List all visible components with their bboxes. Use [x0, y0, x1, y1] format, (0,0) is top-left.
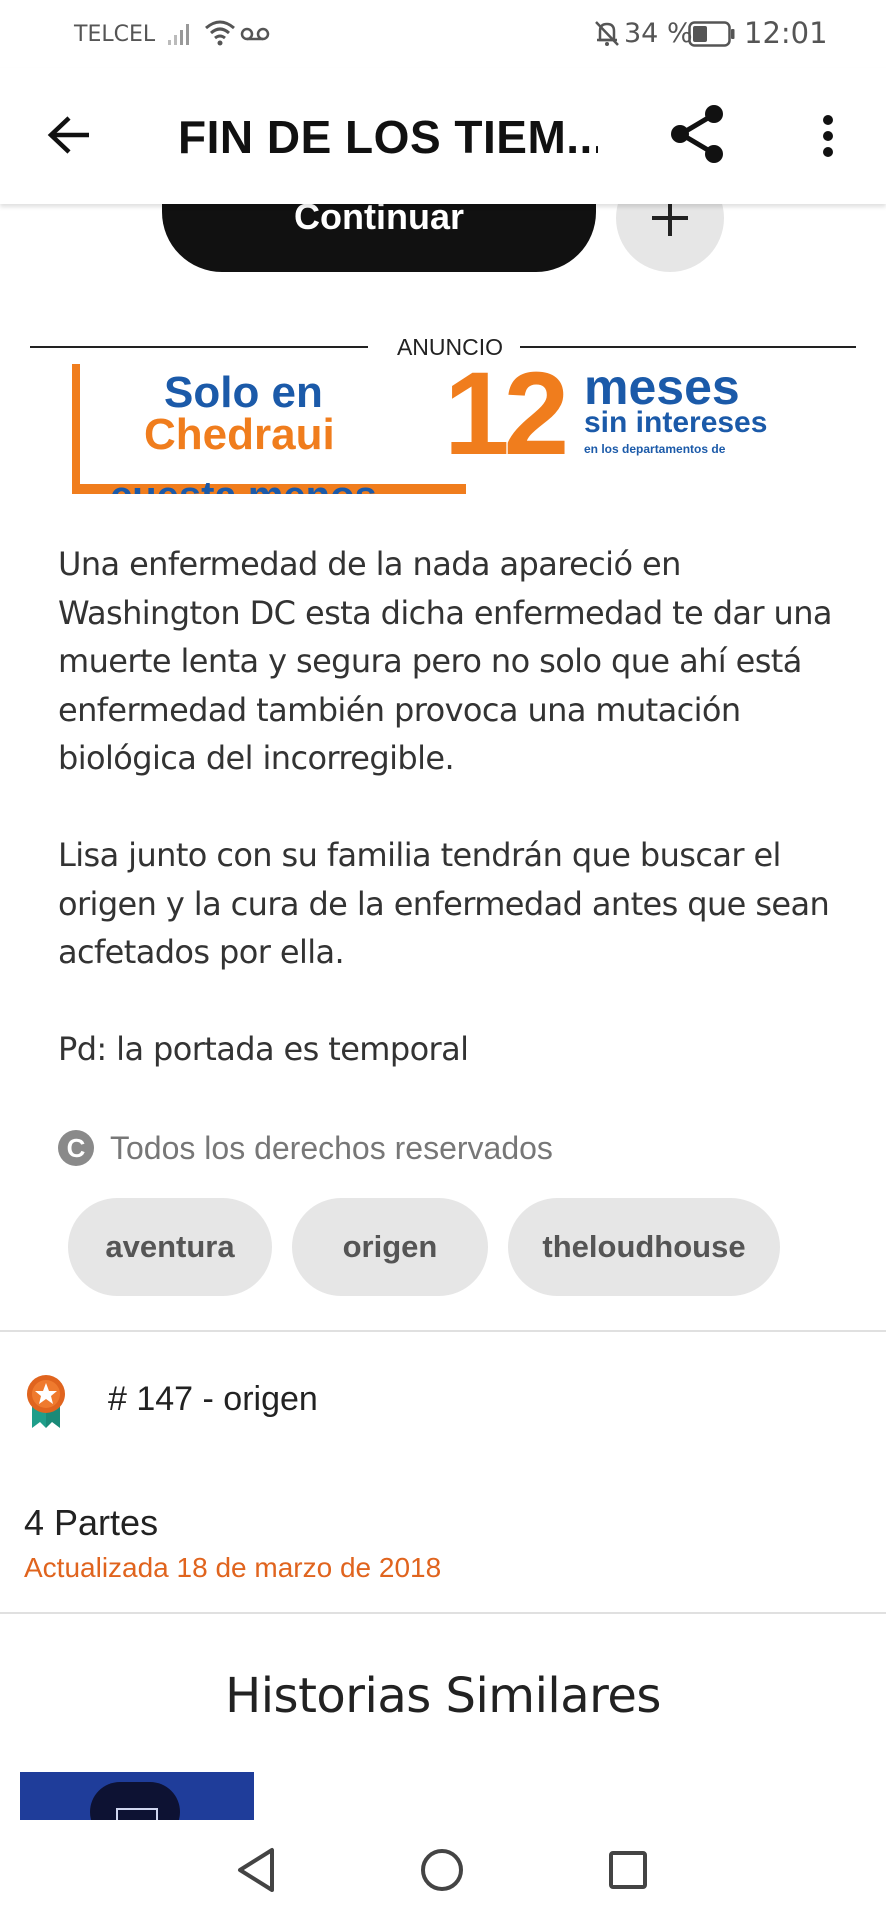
updated-date: Actualizada 18 de marzo de 2018	[24, 1552, 442, 1583]
cover-art	[116, 1808, 158, 1820]
clock: 12:01	[744, 16, 828, 50]
tag-chip[interactable]: origen	[292, 1198, 488, 1296]
plus-icon	[652, 200, 688, 236]
share-button[interactable]	[660, 96, 736, 172]
battery-icon	[688, 21, 735, 47]
copyright-row: C Todos los derechos reservados	[58, 1126, 553, 1170]
ad-number: 12	[444, 364, 569, 480]
back-button[interactable]	[36, 102, 102, 168]
app-bar: FIN DE LOS TIEM...	[0, 68, 886, 204]
nav-home-icon[interactable]	[412, 1840, 472, 1900]
more-vertical-icon	[823, 115, 833, 157]
ad-brand: Chedraui	[144, 410, 335, 459]
divider	[0, 1330, 886, 1332]
ranking-text: # 147 - origen	[108, 1380, 318, 1418]
carrier-name: TELCEL	[74, 22, 156, 47]
description-paragraph: Lisa junto con su familia tendrán que bu…	[58, 836, 830, 971]
tag-chip[interactable]: aventura	[68, 1198, 272, 1296]
system-nav-bar	[0, 1820, 886, 1920]
copyright-text: Todos los derechos reservados	[110, 1129, 553, 1166]
similar-stories-heading: Historias Similares	[225, 1668, 661, 1724]
nav-back-icon[interactable]	[228, 1840, 288, 1900]
share-icon	[671, 105, 723, 163]
similar-story-cover[interactable]	[20, 1772, 254, 1820]
ad-label: ANUNCIO	[396, 334, 504, 360]
tag-chip[interactable]: theloudhouse	[508, 1198, 780, 1296]
description-paragraph: Una enfermedad de la nada apareció en Wa…	[58, 545, 833, 777]
story-description: Una enfermedad de la nada apareció en Wa…	[58, 540, 838, 1122]
ad-fine-print: en los departamentos de	[584, 442, 726, 456]
ad-banner[interactable]: Solo en Chedraui 12 meses sin intereses …	[72, 364, 812, 494]
more-options-button[interactable]	[806, 98, 850, 174]
back-arrow-icon	[47, 116, 89, 154]
divider	[0, 1612, 886, 1614]
ranking-ribbon-icon	[27, 1375, 65, 1428]
status-bar: TELCEL 34 % 12:01	[0, 0, 886, 68]
signal-icon	[168, 24, 189, 45]
nav-recents-icon[interactable]	[598, 1840, 658, 1900]
parts-count[interactable]: 4 Partes	[24, 1502, 158, 1544]
ad-label-row: ANUNCIO	[30, 332, 856, 362]
copyright-icon: C	[58, 1130, 94, 1166]
wifi-icon	[205, 20, 235, 46]
ad-frame	[72, 364, 80, 492]
story-title: FIN DE LOS TIEM...	[178, 111, 598, 163]
divider	[520, 346, 856, 348]
notifications-off-icon	[595, 21, 619, 46]
battery-percent: 34 %	[624, 18, 693, 49]
divider	[30, 346, 368, 348]
voicemail-icon	[240, 27, 270, 41]
ad-text: sin intereses	[584, 406, 768, 439]
description-paragraph: Pd: la portada es temporal	[58, 1030, 469, 1068]
ad-text: cuesta menos	[110, 474, 377, 494]
